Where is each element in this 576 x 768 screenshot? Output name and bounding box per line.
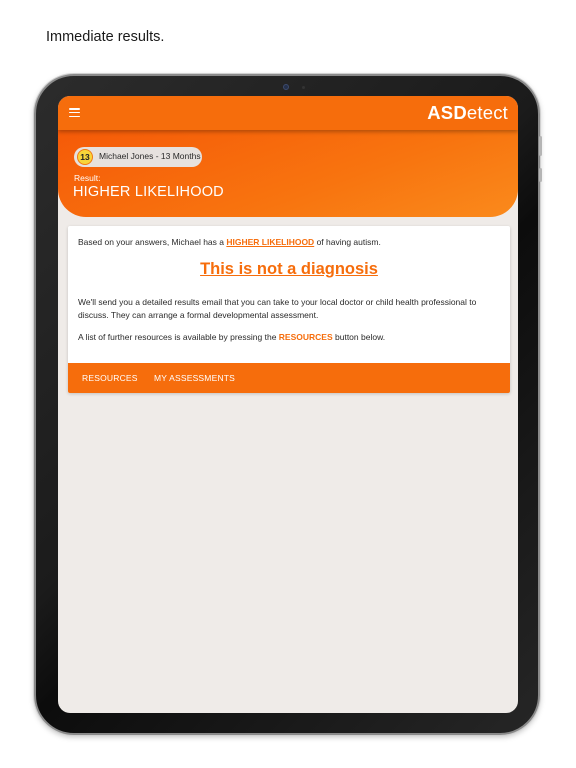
email-info-text: We'll send you a detailed results email …: [78, 297, 477, 320]
logo-regular-text: etect: [466, 102, 508, 123]
app-logo: ASDetect: [427, 102, 508, 124]
app-screen: ASDetect 13 Michael Jones - 13 Months Re…: [58, 96, 518, 713]
age-badge: 13: [77, 149, 93, 165]
hamburger-menu-icon[interactable]: [69, 108, 80, 118]
tablet-frame: ASDetect 13 Michael Jones - 13 Months Re…: [34, 74, 542, 735]
resources-info: A list of further resources is available…: [78, 331, 502, 344]
result-value: HIGHER LIKELIHOOD: [73, 184, 224, 200]
result-label: Result:: [74, 173, 101, 183]
page-caption: Immediate results.: [46, 29, 165, 45]
app-bar: ASDetect: [58, 96, 518, 130]
logo-bold-text: ASD: [427, 102, 467, 123]
ambient-sensor: [302, 86, 305, 89]
likelihood-highlight: HIGHER LIKELIHOOD: [226, 237, 315, 247]
child-chip[interactable]: 13 Michael Jones - 13 Months: [74, 147, 202, 167]
summary-suffix: of having autism.: [314, 237, 381, 247]
volume-button: [539, 136, 542, 156]
resources-button[interactable]: RESOURCES: [82, 373, 138, 383]
result-summary: Based on your answers, Michael has a HIG…: [78, 236, 502, 249]
my-assessments-button[interactable]: MY ASSESSMENTS: [154, 373, 235, 383]
volume-button-lower: [539, 168, 542, 182]
results-card: Based on your answers, Michael has a HIG…: [68, 226, 510, 393]
resources-prefix: A list of further resources is available…: [78, 332, 279, 342]
resources-suffix: button below.: [332, 332, 386, 342]
summary-prefix: Based on your answers, Michael has a: [78, 237, 227, 247]
not-diagnosis-headline: This is not a diagnosis: [200, 260, 378, 278]
child-name-label: Michael Jones - 13 Months: [99, 151, 201, 161]
resources-highlight: RESOURCES: [278, 332, 333, 342]
card-actions: RESOURCES MY ASSESSMENTS: [68, 363, 510, 393]
result-header: 13 Michael Jones - 13 Months Result: HIG…: [58, 130, 518, 217]
front-camera: [283, 84, 289, 90]
